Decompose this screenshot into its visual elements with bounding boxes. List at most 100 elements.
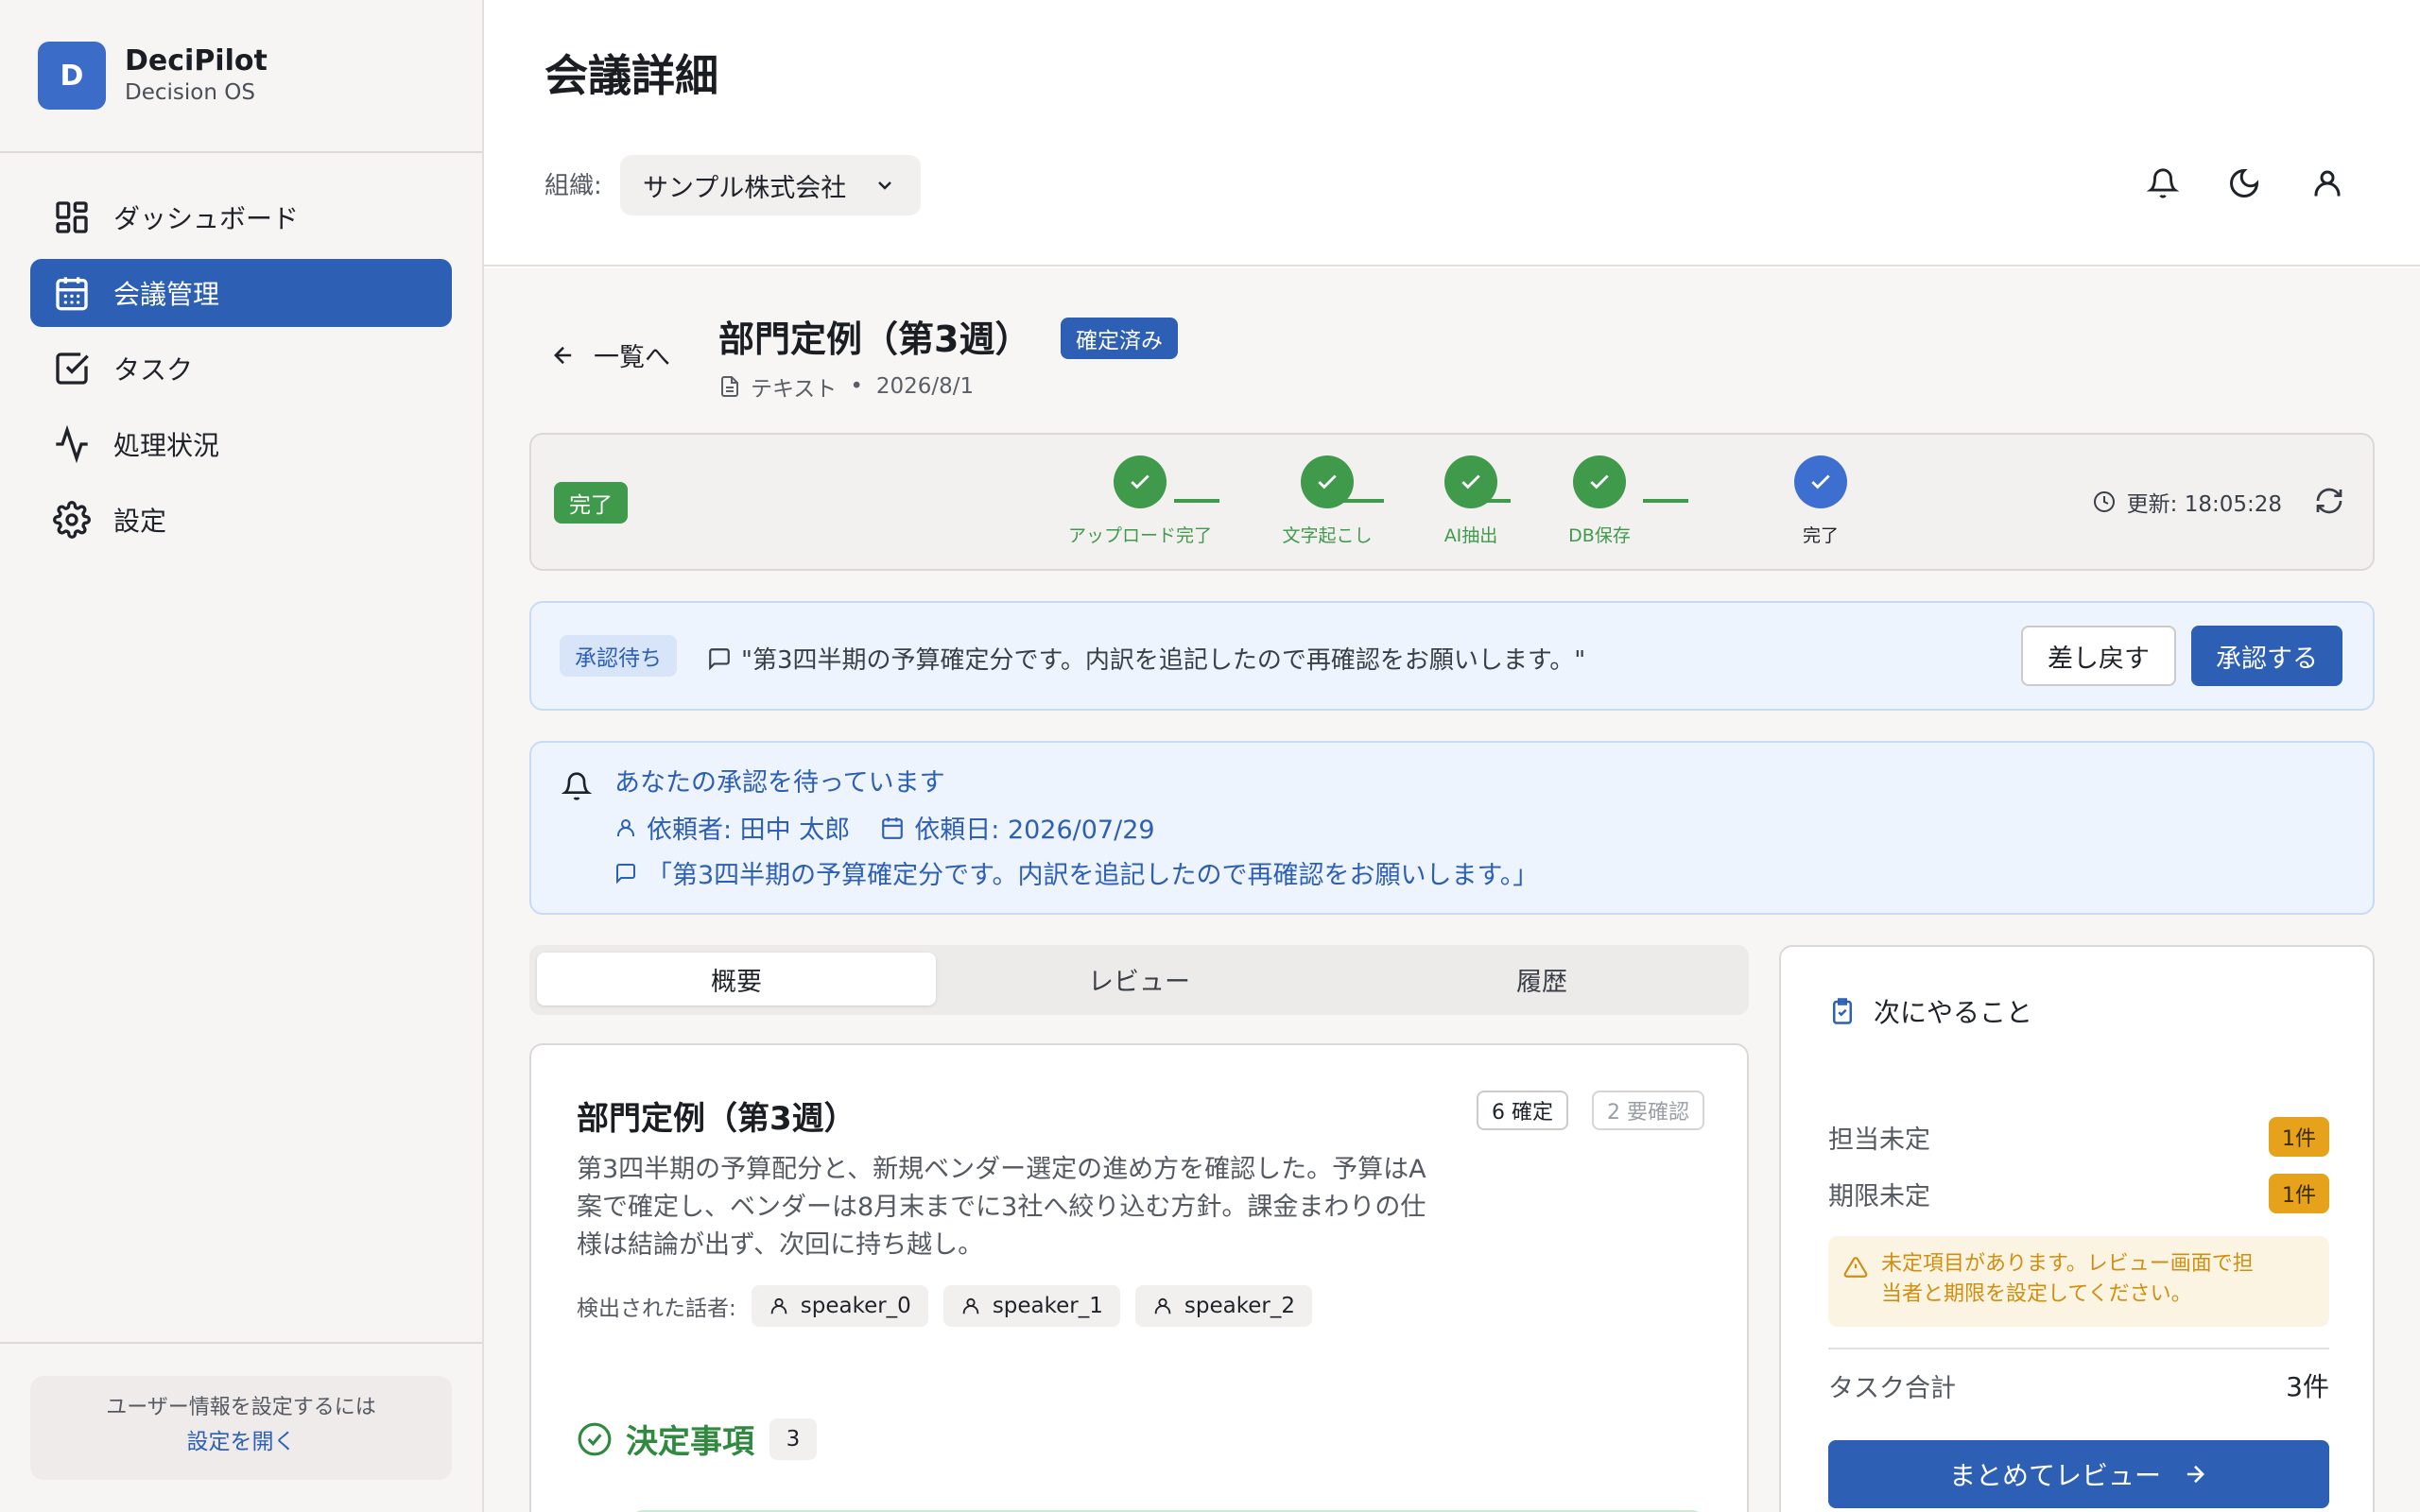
- approval-pending-badge: 承認待ち: [560, 635, 677, 677]
- org-select-value: サンプル株式会社: [643, 173, 847, 203]
- progress-status-badge: 完了: [554, 482, 628, 524]
- task-total-label: タスク合計: [1828, 1373, 1956, 1403]
- detail-tabs: 概要 レビュー 履歴: [529, 945, 1749, 1015]
- speakers-label: 検出された話者:: [577, 1297, 736, 1321]
- comment-icon: [614, 862, 637, 885]
- notice-request-date: 依頼日: 2026/07/29: [914, 816, 1155, 845]
- next-actions-title-text: 次にやること: [1874, 997, 2033, 1028]
- org-select[interactable]: サンプル株式会社: [620, 155, 921, 215]
- sidebar-item-label: 設定: [113, 506, 167, 537]
- speaker-chip[interactable]: speaker_0: [751, 1285, 928, 1327]
- bell-icon[interactable]: [2142, 163, 2184, 204]
- sidebar-item-label: 会議管理: [113, 279, 220, 310]
- no-deadline-label: 期限未定: [1828, 1181, 1930, 1211]
- summary-title: 部門定例（第3週）: [577, 1100, 856, 1138]
- sidebar-item-label: ダッシュボード: [113, 203, 300, 234]
- dashboard-grid-icon: [53, 198, 91, 236]
- checkbox-icon: [53, 350, 91, 387]
- user-hint-text: ユーザー情報を設定するには: [106, 1396, 376, 1419]
- sidebar-item-meetings[interactable]: 会議管理: [30, 259, 452, 327]
- no-deadline-row: 期限未定 1件: [1828, 1174, 2329, 1213]
- org-label: 組織:: [544, 172, 602, 200]
- decisions-count: 3: [769, 1418, 817, 1460]
- tab-overview[interactable]: 概要: [537, 953, 936, 1005]
- user-icon: [769, 1296, 789, 1316]
- sidebar-item-tasks[interactable]: タスク: [30, 335, 452, 403]
- sidebar-divider: [0, 151, 482, 153]
- bulk-review-label: まとめてレビュー: [1948, 1460, 2161, 1491]
- summary-card: 部門定例（第3週） 6 確定 2 要確認 第3四半期の予算配分と、新規ベンダー選…: [529, 1043, 1749, 1512]
- approval-comment-text: "第3四半期の予算確定分です。内訳を追記したので再確認をお願いします。": [741, 646, 1586, 675]
- detected-speakers: 検出された話者: speaker_0 speaker_1 speaker_2: [577, 1285, 1327, 1327]
- meeting-title: 部門定例（第3週）: [718, 318, 1031, 360]
- approval-request-notice: あなたの承認を待っています 依頼者: 田中 太郎 依頼日: 2026/07/29…: [529, 741, 2375, 915]
- back-link-label: 一覧へ: [594, 343, 670, 372]
- warning-text-line: 当者と期限を設定してください。: [1881, 1282, 2192, 1306]
- tab-history[interactable]: 履歴: [1342, 953, 1741, 1005]
- user-icon[interactable]: [2307, 163, 2348, 204]
- activity-pulse-icon: [53, 425, 91, 463]
- sidebar-item-settings[interactable]: 設定: [30, 486, 452, 554]
- needs-review-count-chip: 2 要確認: [1592, 1091, 1704, 1130]
- sidebar-item-label: 処理状況: [113, 430, 220, 461]
- step-connector: [1643, 499, 1688, 503]
- summary-text-line: 第3四半期の予算配分と、新規ベンダー選定の進め方を確認した。予算はA: [577, 1155, 1426, 1184]
- tab-review[interactable]: レビュー: [940, 953, 1339, 1005]
- user-icon: [1152, 1296, 1173, 1316]
- user-icon: [614, 816, 637, 839]
- sidebar-nav: ダッシュボード 会議管理 タスク 処理状況 設定: [30, 183, 452, 561]
- notice-comment-text: 「第3四半期の予算確定分です。内訳を追記したので再確認をお願いします。」: [647, 861, 1539, 890]
- bulk-review-button[interactable]: まとめてレビュー: [1828, 1440, 2329, 1508]
- warning-triangle-icon: [1843, 1255, 1868, 1327]
- summary-text-line: 様は結論が出ず、次回に持ち越し。: [577, 1230, 984, 1260]
- brand[interactable]: D DeciPilot Decision OS: [38, 42, 268, 110]
- divider: [1828, 1348, 2329, 1349]
- back-to-list-link[interactable]: 一覧へ: [550, 336, 670, 373]
- check-circle-icon: [577, 1421, 613, 1457]
- step-label: 完了: [1802, 525, 1839, 546]
- task-total-row: タスク合計 3件: [1828, 1366, 2329, 1404]
- calendar-icon: [53, 274, 91, 312]
- main-content: 一覧へ 部門定例（第3週） 確定済み テキスト • 2026/8/1 完了 アッ…: [484, 268, 2420, 1512]
- warning-box: 未定項目があります。レビュー画面で担 当者と期限を設定してください。: [1828, 1236, 2329, 1327]
- bell-icon: [562, 771, 592, 801]
- meta-separator: •: [850, 374, 863, 399]
- meeting-source: テキスト: [751, 377, 838, 402]
- progress-step: 完了: [1726, 455, 1915, 547]
- last-updated: 更新: 18:05:28: [2093, 486, 2282, 518]
- task-total-value: 3件: [2286, 1371, 2329, 1402]
- sidebar-item-dashboard[interactable]: ダッシュボード: [30, 183, 452, 251]
- refresh-icon[interactable]: [2314, 486, 2344, 516]
- approval-comment: "第3四半期の予算確定分です。内訳を追記したので再確認をお願いします。": [707, 641, 1585, 676]
- unassigned-count: 1件: [2269, 1117, 2329, 1157]
- speaker-name: speaker_1: [992, 1294, 1103, 1318]
- speaker-chip[interactable]: speaker_2: [1134, 1285, 1312, 1327]
- check-icon: [1573, 455, 1626, 508]
- sidebar-divider: [0, 1342, 482, 1344]
- summary-text-line: 案で確定し、ベンダーは8月末までに3社へ絞り込む方針。課金まわりの仕: [577, 1193, 1426, 1222]
- clock-icon: [2093, 490, 2116, 513]
- meeting-meta: テキスト • 2026/8/1: [718, 370, 974, 403]
- processing-progress: 完了 アップロード完了 文字起こし AI抽出 DB保存 完了 更新: 18:05…: [529, 433, 2375, 571]
- brand-logo: D: [38, 42, 106, 110]
- chevron-down-icon: [873, 174, 896, 197]
- confirmed-count-chip: 6 確定: [1477, 1091, 1568, 1130]
- return-button[interactable]: 差し戻す: [2021, 626, 2176, 686]
- status-badge: 確定済み: [1061, 318, 1178, 359]
- sidebar-item-label: タスク: [113, 354, 194, 386]
- sidebar-item-processing[interactable]: 処理状況: [30, 410, 452, 478]
- warning-text-line: 未定項目があります。レビュー画面で担: [1881, 1252, 2254, 1276]
- decisions-header: 決定事項 3: [577, 1416, 817, 1462]
- approval-bar: 承認待ち "第3四半期の予算確定分です。内訳を追記したので再確認をお願いします。…: [529, 601, 2375, 711]
- step-label: アップロード完了: [1067, 525, 1212, 546]
- approve-button[interactable]: 承認する: [2191, 626, 2342, 686]
- speaker-chip[interactable]: speaker_1: [942, 1285, 1120, 1327]
- moon-icon[interactable]: [2223, 163, 2265, 204]
- gear-icon: [53, 501, 91, 539]
- comment-icon: [707, 646, 732, 671]
- brand-subtitle: Decision OS: [125, 80, 255, 105]
- next-actions-title: 次にやること: [1828, 992, 2032, 1030]
- sidebar: D DeciPilot Decision OS ダッシュボード 会議管理 タスク: [0, 0, 484, 1512]
- header: 会議詳細 組織: サンプル株式会社: [484, 0, 2420, 266]
- open-settings-link[interactable]: 設定を開く: [30, 1425, 452, 1459]
